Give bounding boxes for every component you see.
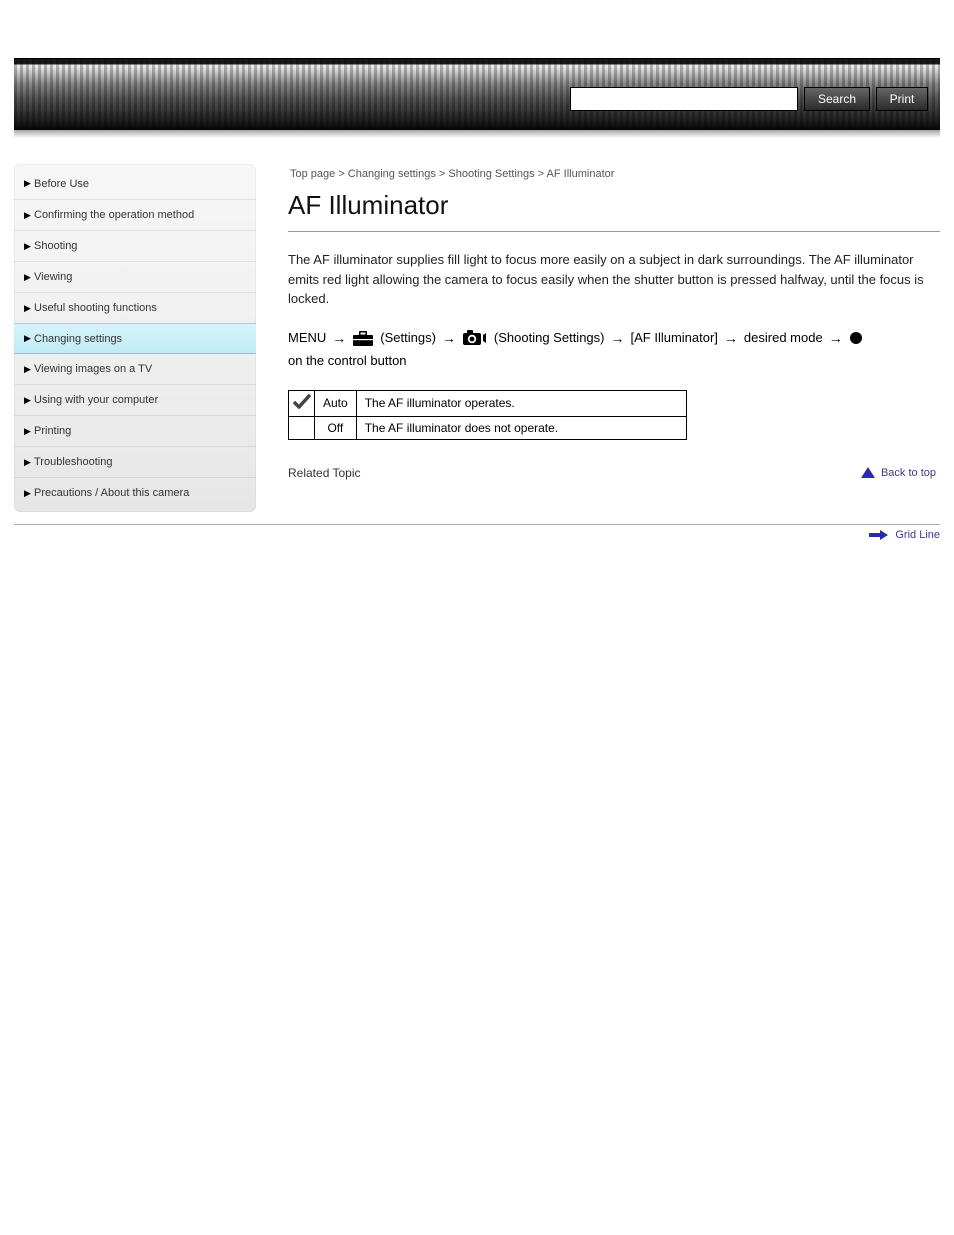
- arrow-right-icon: →: [332, 330, 346, 346]
- sidebar-item-label: Troubleshooting: [34, 456, 112, 468]
- camera-settings-icon: [462, 329, 488, 347]
- chevron-right-icon: ▶: [24, 395, 34, 406]
- sidebar-item-label: Before Use: [34, 178, 89, 190]
- sidebar-item-label: Precautions / About this camera: [34, 487, 189, 499]
- sidebar-item-troubleshooting[interactable]: ▶ Troubleshooting: [14, 446, 256, 477]
- back-to-top-label: Back to top: [881, 467, 936, 479]
- sidebar-item-label: Useful shooting functions: [34, 302, 157, 314]
- search-button[interactable]: Search: [804, 87, 870, 111]
- chevron-right-icon: ▶: [24, 210, 34, 221]
- control-button-center-icon: [849, 331, 863, 345]
- option-label: Off: [315, 416, 357, 439]
- bottom-nav: Grid Line: [14, 524, 940, 541]
- sidebar-item-confirming-operation[interactable]: ▶ Confirming the operation method: [14, 199, 256, 230]
- back-to-top-link[interactable]: Back to top: [861, 467, 936, 479]
- sidebar-item-using-computer[interactable]: ▶ Using with your computer: [14, 384, 256, 415]
- chevron-right-icon: ▶: [24, 272, 34, 283]
- sidebar-item-label: Viewing images on a TV: [34, 363, 152, 375]
- intro-paragraph: The AF illuminator supplies fill light t…: [288, 250, 928, 309]
- chevron-right-icon: ▶: [24, 426, 34, 437]
- option-label: Auto: [315, 390, 357, 416]
- path-step-control-button: on the control button: [288, 353, 407, 368]
- header-controls: Search Print: [570, 87, 928, 111]
- header-bar: Search Print: [14, 58, 940, 130]
- option-row-auto: Auto The AF illuminator operates.: [289, 390, 687, 416]
- sidebar-item-label: Printing: [34, 425, 71, 437]
- path-step-shooting-settings: (Shooting Settings): [494, 330, 605, 345]
- related-topic-heading[interactable]: Related Topic: [288, 466, 361, 480]
- print-button[interactable]: Print: [876, 87, 928, 111]
- search-input[interactable]: [570, 87, 798, 111]
- arrow-right-icon: →: [611, 330, 625, 346]
- path-step-item: [AF Illuminator]: [631, 330, 718, 345]
- sidebar-item-viewing[interactable]: ▶ Viewing: [14, 261, 256, 292]
- title-divider: [288, 231, 940, 232]
- sidebar-item-printing[interactable]: ▶ Printing: [14, 415, 256, 446]
- sidebar-item-label: Changing settings: [34, 333, 122, 345]
- sidebar-item-before-use[interactable]: ▶ Before Use: [14, 168, 256, 199]
- arrow-right-icon: →: [442, 330, 456, 346]
- sidebar-item-label: Shooting: [34, 240, 77, 252]
- menu-path: MENU → (Settings) →: [288, 329, 940, 368]
- path-step-desired-mode: desired mode: [744, 330, 823, 345]
- sidebar-item-shooting[interactable]: ▶ Shooting: [14, 230, 256, 261]
- arrow-right-icon: →: [829, 330, 843, 346]
- settings-toolbox-icon: [352, 329, 374, 347]
- option-row-off: Off The AF illuminator does not operate.: [289, 416, 687, 439]
- page-title: AF Illuminator: [288, 190, 940, 221]
- next-page-link[interactable]: Grid Line: [895, 529, 940, 541]
- sidebar-item-viewing-on-tv[interactable]: ▶ Viewing images on a TV: [14, 353, 256, 384]
- path-step-menu: MENU: [288, 330, 326, 345]
- arrow-right-icon: →: [724, 330, 738, 346]
- option-description: The AF illuminator does not operate.: [356, 416, 686, 439]
- chevron-right-icon: ▶: [24, 178, 34, 189]
- option-default-empty: [289, 416, 315, 439]
- chevron-right-icon: ▶: [24, 457, 34, 468]
- sidebar-item-changing-settings[interactable]: ▶ Changing settings: [14, 323, 256, 354]
- sidebar-item-label: Viewing: [34, 271, 72, 283]
- options-table: Auto The AF illuminator operates. Off Th…: [288, 390, 687, 440]
- chevron-right-icon: ▶: [24, 488, 34, 499]
- main-content: Top page > Changing settings > Shooting …: [256, 164, 940, 512]
- sidebar-item-label: Using with your computer: [34, 394, 158, 406]
- sidebar-nav: ▶ Before Use ▶ Confirming the operation …: [14, 164, 256, 512]
- sidebar-item-precautions[interactable]: ▶ Precautions / About this camera: [14, 477, 256, 508]
- option-default-icon: [289, 390, 315, 416]
- sidebar-item-label: Confirming the operation method: [34, 209, 194, 221]
- sidebar-item-useful-functions[interactable]: ▶ Useful shooting functions: [14, 292, 256, 323]
- chevron-right-icon: ▶: [24, 303, 34, 314]
- triangle-up-icon: [861, 467, 875, 478]
- chevron-right-icon: ▶: [24, 241, 34, 252]
- chevron-right-icon: ▶: [24, 364, 34, 375]
- arrow-right-icon: [869, 530, 889, 540]
- option-description: The AF illuminator operates.: [356, 390, 686, 416]
- path-step-settings: (Settings): [380, 330, 436, 345]
- chevron-right-icon: ▶: [24, 333, 34, 344]
- breadcrumb[interactable]: Top page > Changing settings > Shooting …: [290, 168, 940, 180]
